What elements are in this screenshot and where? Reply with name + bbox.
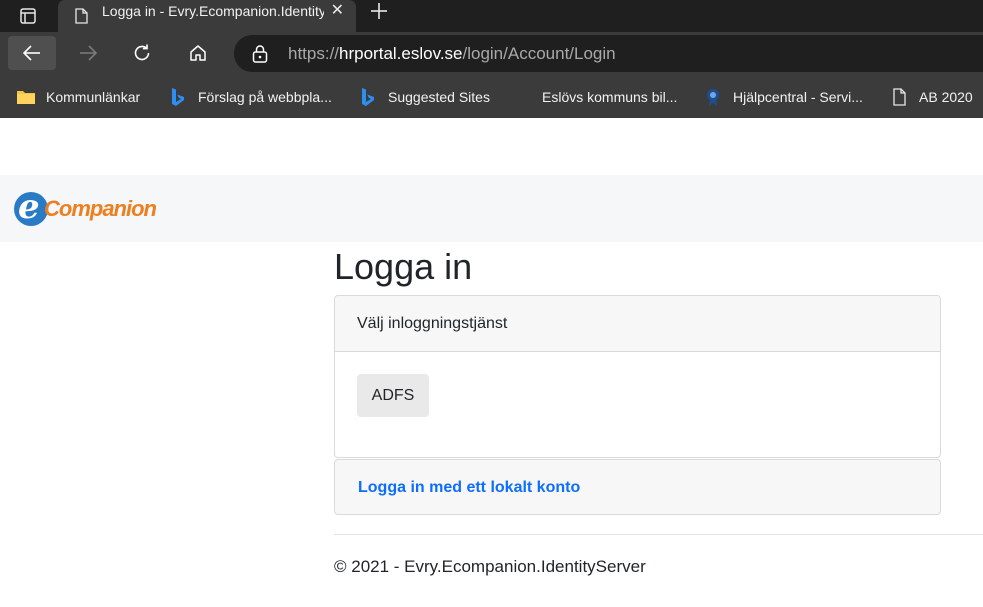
browser-tab-bar: Logga in - Evry.Ecompanion.IdentityServe…	[0, 0, 983, 32]
bookmark-label: Förslag på webbpla...	[198, 89, 332, 105]
browser-toolbar: https://hrportal.eslov.se/login/Account/…	[0, 32, 983, 76]
logo-letter: e	[18, 187, 40, 227]
site-header: e Companion	[0, 175, 983, 242]
url-text[interactable]: https://hrportal.eslov.se/login/Account/…	[288, 35, 616, 72]
folder-icon	[16, 87, 36, 107]
site-icon	[512, 87, 532, 107]
active-tab[interactable]: Logga in - Evry.Ecompanion.IdentityServe…	[58, 0, 356, 32]
bookmark-label: Hjälpcentral - Servi...	[733, 89, 863, 105]
lock-icon[interactable]	[252, 45, 268, 63]
bing-icon	[168, 87, 188, 107]
tab-actions-button[interactable]	[8, 0, 48, 32]
url-scheme: https://	[288, 44, 340, 63]
bookmarks-bar: Kommunlänkar Förslag på webbpla... Sugge…	[0, 76, 983, 118]
back-button[interactable]	[8, 36, 56, 70]
help-icon	[703, 87, 723, 107]
forward-button[interactable]	[64, 36, 112, 70]
bookmark-label: Kommunlänkar	[46, 89, 141, 105]
adfs-button[interactable]: ADFS	[357, 374, 429, 417]
card-header: Välj inloggningstjänst	[335, 296, 940, 352]
page-icon	[889, 87, 909, 107]
url-host: hrportal.eslov.se	[339, 44, 463, 63]
reload-icon	[134, 44, 150, 61]
logo-wordmark: Companion	[44, 196, 157, 221]
tab-actions-icon	[20, 8, 36, 24]
bookmark-label: Suggested Sites	[388, 89, 490, 105]
login-provider-card: Välj inloggningstjänst ADFS	[334, 295, 941, 458]
forward-arrow-icon	[80, 45, 98, 61]
tab-title: Logga in - Evry.Ecompanion.IdentityServe…	[102, 3, 324, 19]
plus-icon	[371, 3, 387, 19]
reload-button[interactable]	[118, 36, 166, 70]
local-account-card: Logga in med ett lokalt konto	[334, 459, 941, 515]
bookmark-label: AB 2020	[919, 89, 973, 105]
new-tab-button[interactable]	[366, 0, 392, 22]
bookmark-suggested-sites[interactable]: Suggested Sites	[358, 76, 490, 118]
footer-divider	[334, 534, 983, 535]
bing-icon	[358, 87, 378, 107]
home-button[interactable]	[174, 36, 222, 70]
page-title: Logga in	[334, 246, 473, 287]
footer-text: © 2021 - Evry.Ecompanion.IdentityServer	[334, 557, 646, 576]
back-arrow-icon	[22, 45, 40, 61]
address-bar[interactable]: https://hrportal.eslov.se/login/Account/…	[234, 35, 983, 72]
url-path: /login/Account/Login	[462, 44, 616, 63]
bookmark-kommunlankar[interactable]: Kommunlänkar	[16, 76, 140, 118]
bookmark-forslag[interactable]: Förslag på webbpla...	[168, 76, 332, 118]
bookmark-ab-2020[interactable]: AB 2020	[889, 76, 973, 118]
close-icon[interactable]: ✕	[331, 3, 344, 19]
home-icon	[190, 45, 206, 61]
bookmark-label: Eslövs kommuns bil...	[542, 89, 678, 105]
bookmark-hjalpcentral[interactable]: Hjälpcentral - Servi...	[703, 76, 863, 118]
page-icon	[75, 8, 88, 24]
local-login-link[interactable]: Logga in med ett lokalt konto	[358, 460, 580, 514]
bookmark-eslovs-kommun[interactable]: Eslövs kommuns bil...	[512, 76, 677, 118]
ecompanion-logo[interactable]: e Companion	[14, 187, 157, 227]
